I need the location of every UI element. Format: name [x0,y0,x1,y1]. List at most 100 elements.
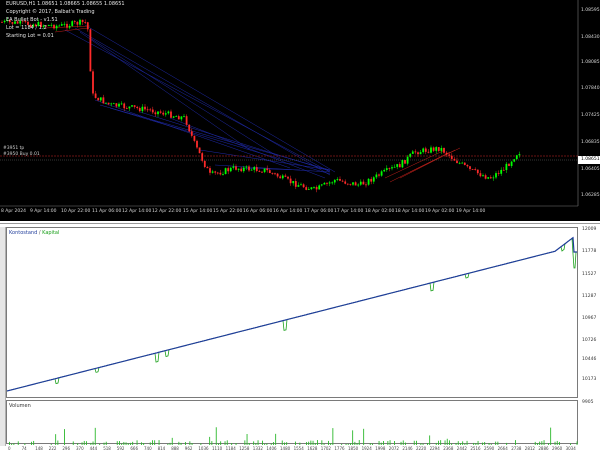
candle [55,24,58,31]
volume-bar [490,443,492,445]
volume-bar [350,443,351,445]
candle [391,165,393,171]
x-axis-label: 2886 [538,446,549,450]
volume-bar [539,441,541,445]
candle [357,183,360,188]
date-label: 8 Apr 2024 [1,209,26,214]
price-label: 1.06285 [581,193,600,198]
candle [497,170,500,176]
volume-bar [167,443,169,445]
volume-bar [466,440,468,445]
date-label: 12 Apr 14:00 [122,209,152,214]
candle [463,162,466,166]
x-axis-label: 1258 [239,446,250,450]
date-label: 11 Apr 06:00 [92,209,122,214]
candle [297,182,300,187]
volume-bar [416,440,417,445]
volume-bar [387,441,389,445]
balance-y-label: 10446 [582,357,597,362]
volume-bar [266,443,268,445]
candle [185,114,188,126]
candle [456,157,458,164]
candle [331,181,334,185]
copyright-text: Copyright © 2017, Balbat's Trading [6,9,95,15]
candle [432,146,435,152]
candle [482,173,484,177]
x-axis-label: 1184 [225,446,236,450]
candle [489,175,492,179]
candle [458,161,461,165]
candle [487,176,490,180]
balance-line [7,236,577,392]
volume-bar [215,427,217,445]
candle [328,180,331,187]
volume-bar [224,441,226,445]
starting-lot-text: Starting Lot = 0.01 [6,33,54,39]
volume-bar [449,440,450,445]
volume-bar [330,443,332,445]
price-chart[interactable]: EURUSD,H1 1.08651 1.08665 1.08655 1.0865… [0,0,600,221]
volume-bar [171,437,173,445]
x-axis-label: 2294 [429,446,440,450]
candle [167,110,170,115]
price-label: 1.07840 [581,86,600,91]
volume-bar [152,440,153,445]
candle [294,178,297,190]
candle [367,177,370,186]
volume-bar [57,440,59,445]
candle [292,181,295,186]
candle [281,174,284,180]
volume-bar [464,443,466,445]
candle [86,21,89,32]
candle [406,155,409,166]
candle [253,165,256,173]
candle [461,161,464,164]
volume-bar [314,443,316,445]
price-label: 1.08595 [581,8,600,13]
candle [149,107,152,112]
candle [94,90,97,99]
candle [430,145,432,154]
volume-bar [281,440,283,445]
volume-bar [220,441,222,445]
x-axis-label: 1702 [320,446,331,450]
balance-graph[interactable]: Kontostand / Kapital [6,227,578,398]
price-chart-canvas[interactable] [0,0,600,221]
candle [175,115,178,117]
volume-bar [451,443,453,445]
candle [97,97,100,101]
volume-bar [143,442,145,445]
candle [326,182,328,186]
candle [349,183,352,186]
volume-bar [275,433,277,445]
symbol-header: EURUSD,H1 1.08651 1.08665 1.08655 1.0865… [6,1,125,7]
price-label: 1.06835 [581,140,600,145]
volume-bar [378,440,380,445]
volume-graph[interactable]: Volumen [6,400,578,445]
volume-bar [255,443,257,445]
candle [315,185,318,193]
candle [151,106,154,114]
x-axis-label: 592 [116,446,125,450]
volume-bar [158,440,160,445]
volume-bar [473,442,475,445]
volume-bar [286,442,288,445]
candle [510,160,513,168]
candle [180,115,183,122]
volume-bar [383,441,384,445]
trade-line-red [384,149,446,179]
volume-bar [103,442,105,445]
candle [128,106,131,112]
x-axis-label: 296 [62,446,71,450]
volume-bar [189,441,191,445]
candle [203,160,206,169]
date-label: 9 Apr 14:00 [30,209,57,214]
x-axis-label: 0 [8,446,11,450]
x-axis-label: 2590 [484,446,495,450]
x-axis-label: 1776 [334,446,345,450]
volume-bar [121,443,123,445]
volume-bar [420,443,422,445]
volume-bar [488,443,490,445]
date-label: 17 Apr 06:00 [304,209,334,214]
candle [146,106,149,113]
